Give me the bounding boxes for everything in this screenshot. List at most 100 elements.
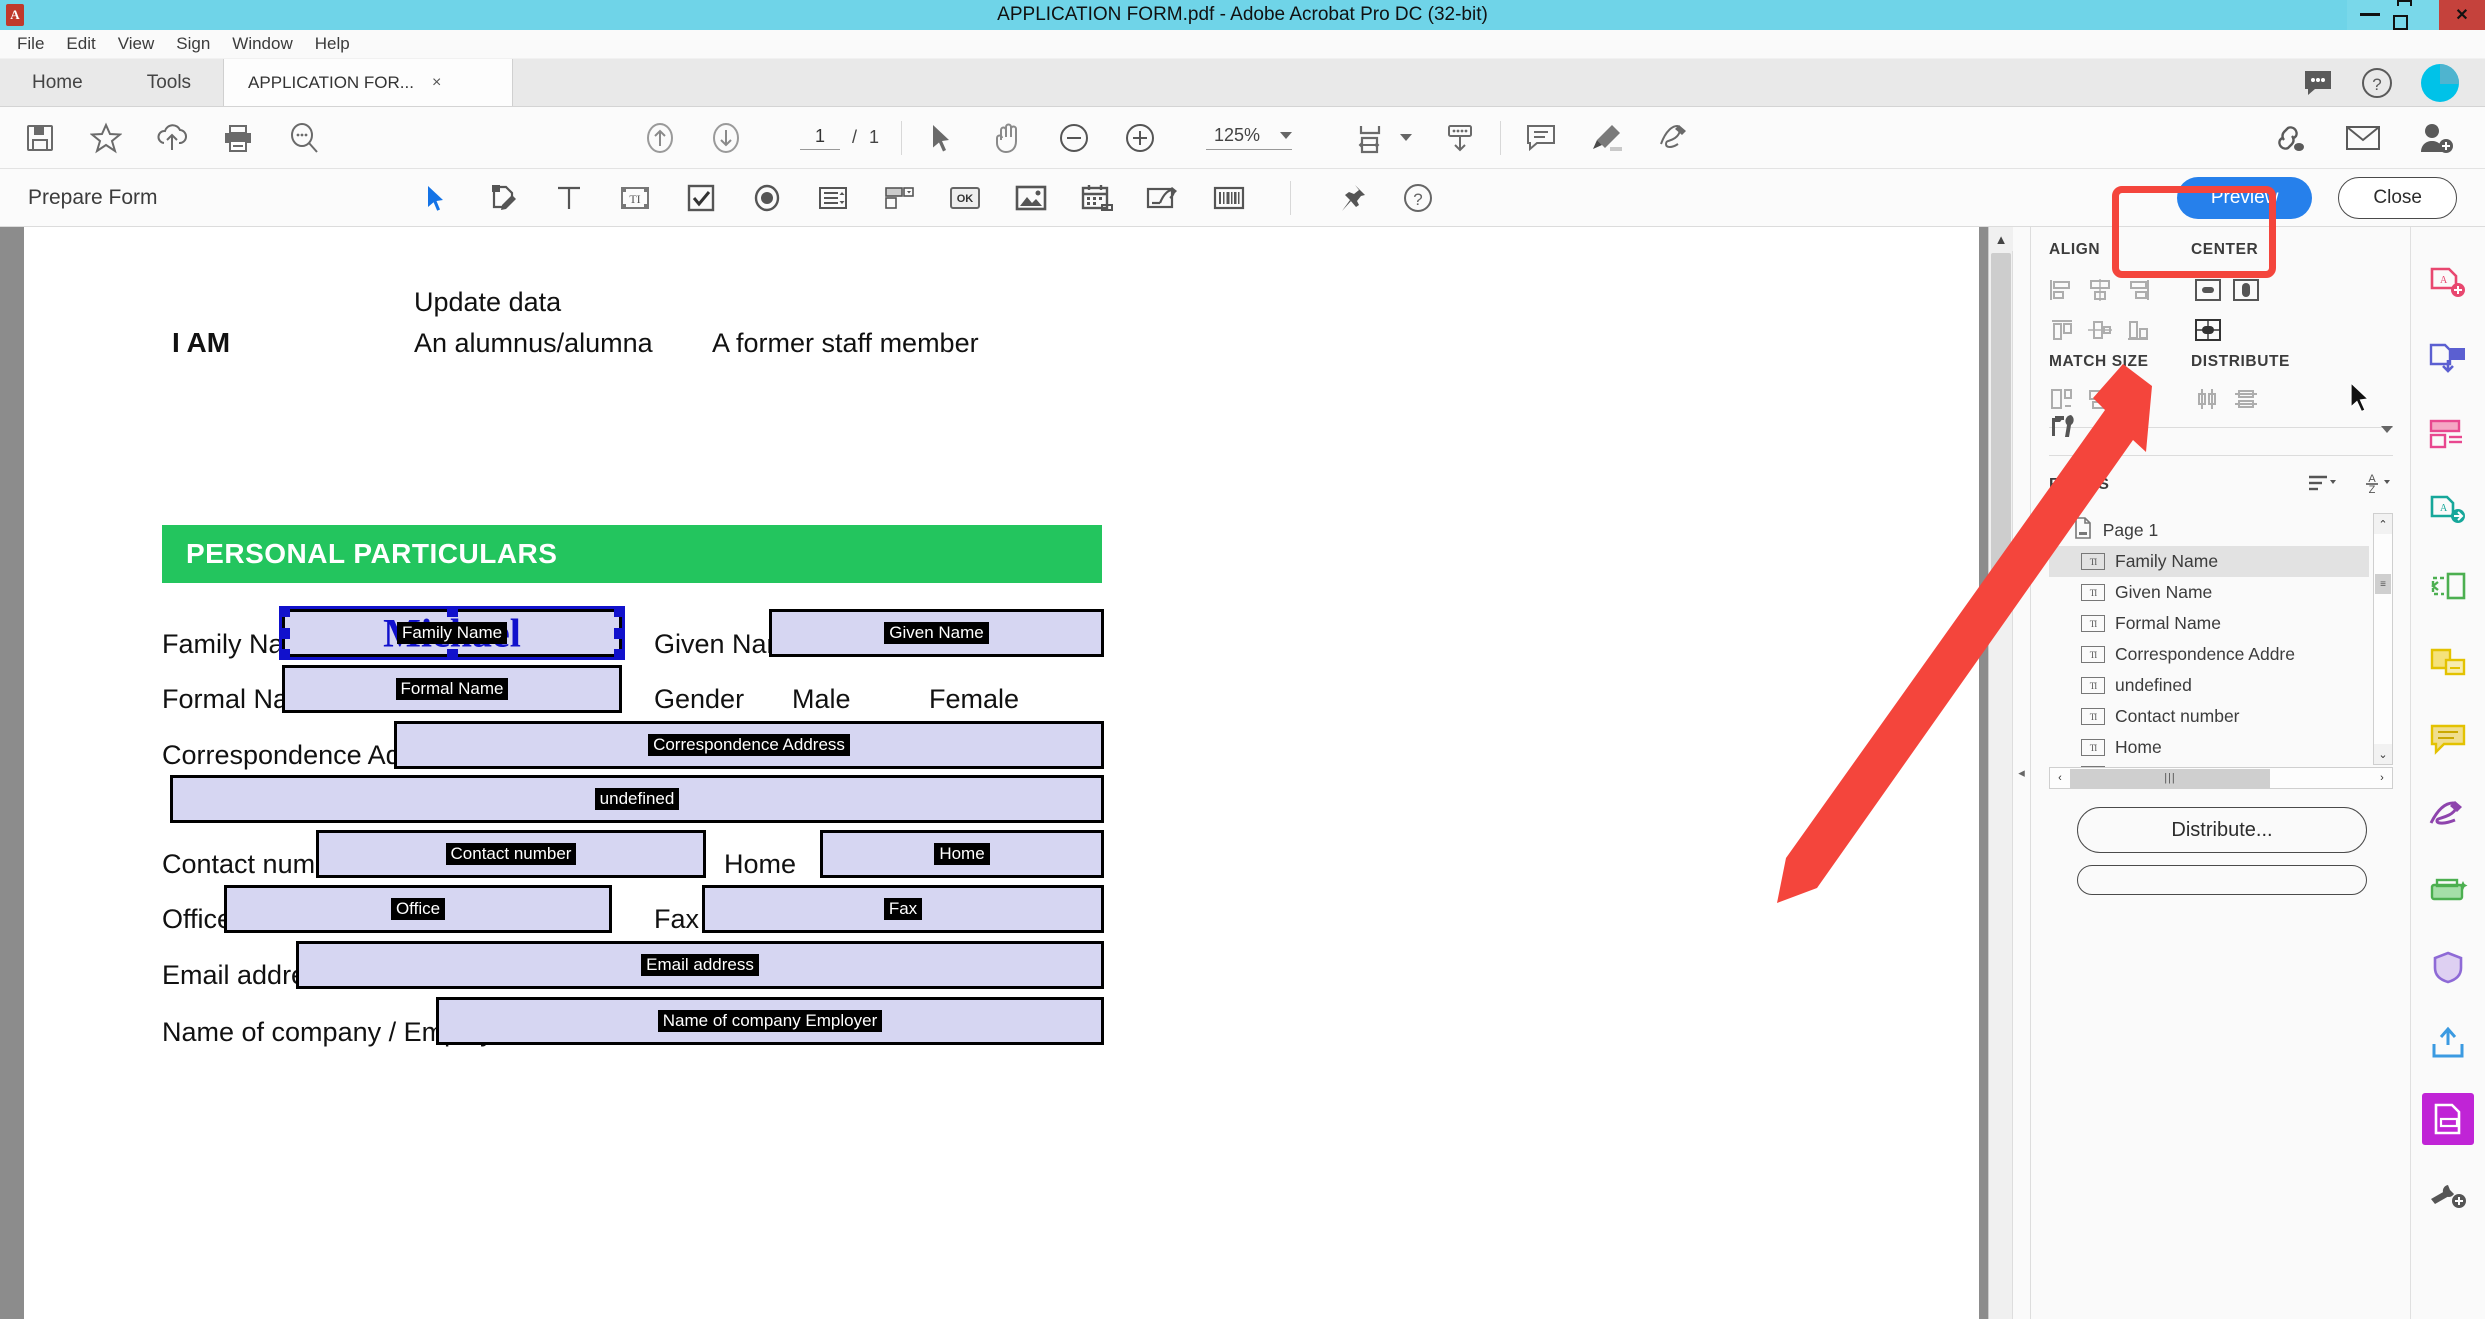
radio-button-icon[interactable] — [748, 179, 786, 217]
help-circle-icon[interactable]: ? — [2361, 67, 2393, 99]
form-field-correspondence-address[interactable]: Correspondence Address — [394, 721, 1104, 769]
comment-icon[interactable] — [2422, 713, 2474, 765]
close-button[interactable]: ✕ — [2439, 0, 2485, 30]
document-viewport[interactable]: Update data I AM An alumnus/alumna A for… — [0, 227, 2030, 1319]
hscroll-left-arrow[interactable]: ‹ — [2050, 768, 2070, 788]
image-field-icon[interactable] — [1012, 179, 1050, 217]
page-number-input[interactable]: 1 — [800, 126, 840, 150]
create-pdf-icon[interactable]: A — [2422, 257, 2474, 309]
fit-page-icon[interactable] — [1352, 120, 1388, 156]
tree-row-formal-name[interactable]: TI Formal Name — [2049, 608, 2369, 639]
checkbox-icon[interactable] — [682, 179, 720, 217]
button-ok-icon[interactable]: OK — [946, 179, 984, 217]
center-vertically-icon[interactable] — [2229, 273, 2263, 307]
distribute-button[interactable]: Distribute... — [2077, 807, 2367, 853]
scroll-thumb[interactable] — [1991, 253, 2011, 583]
scroll-grip[interactable]: ≡ — [1992, 607, 2010, 629]
add-person-icon[interactable] — [2419, 120, 2455, 156]
secondary-action-button[interactable] — [2077, 865, 2367, 895]
align-middle-vertical-icon[interactable] — [2083, 313, 2117, 347]
hscroll-right-arrow[interactable]: › — [2372, 768, 2392, 788]
email-icon[interactable] — [2345, 120, 2381, 156]
organize-pages-icon[interactable] — [2422, 409, 2474, 461]
send-for-signature-icon[interactable] — [2422, 1017, 2474, 1069]
panel-collapse-handle[interactable] — [2393, 227, 2411, 1319]
tab-tools[interactable]: Tools — [114, 59, 224, 106]
combine-files-icon[interactable] — [2422, 333, 2474, 385]
fill-sign-icon[interactable] — [1655, 120, 1691, 156]
maximize-button[interactable] — [2393, 0, 2439, 30]
preview-button[interactable]: Preview — [2176, 176, 2313, 219]
protect-shield-icon[interactable] — [2422, 941, 2474, 993]
align-right-icon[interactable] — [2121, 273, 2155, 307]
scroll-down-arrow[interactable]: ⌄ — [2374, 744, 2392, 764]
menu-item-window[interactable]: Window — [221, 34, 303, 54]
tree-row-correspondence-address[interactable]: TI Correspondence Addre — [2049, 639, 2369, 670]
user-avatar[interactable] — [2421, 63, 2459, 102]
comment-bubble-icon[interactable] — [2303, 69, 2333, 97]
form-field-office[interactable]: Office — [224, 885, 612, 933]
list-box-icon[interactable] — [814, 179, 852, 217]
dropdown-icon[interactable] — [880, 179, 918, 217]
export-pdf-icon[interactable]: A — [2422, 485, 2474, 537]
menu-item-sign[interactable]: Sign — [165, 34, 221, 54]
next-page-icon[interactable] — [708, 120, 744, 156]
prepare-form-icon[interactable] — [2422, 1093, 2474, 1145]
form-field-company[interactable]: Name of company Employer — [436, 997, 1104, 1045]
zoom-level-selector[interactable]: 125% — [1206, 125, 1293, 150]
tab-close-icon[interactable]: × — [432, 74, 441, 92]
sort-alphabetical-icon[interactable]: AZ — [2363, 471, 2393, 500]
chevron-down-icon-fit[interactable] — [1400, 134, 1413, 141]
fields-tree[interactable]: ⌄ Page 1 TI Family Name TI Given Name TI… — [2049, 515, 2369, 785]
tree-row-undefined[interactable]: TI undefined — [2049, 670, 2369, 701]
tree-row-page[interactable]: ⌄ Page 1 — [2049, 515, 2369, 546]
scroll-up-arrow[interactable]: ▲ — [1989, 227, 2013, 251]
close-form-button[interactable]: Close — [2338, 176, 2457, 219]
search-icon[interactable] — [286, 120, 322, 156]
pin-icon[interactable] — [1333, 179, 1371, 217]
align-center-horizontal-icon[interactable] — [2083, 273, 2117, 307]
menu-item-edit[interactable]: Edit — [55, 34, 106, 54]
form-field-formal-name[interactable]: Formal Name — [282, 665, 622, 713]
help-circle-icon-prepare[interactable]: ? — [1399, 179, 1437, 217]
comment-sticky-icon[interactable] — [2422, 637, 2474, 689]
previous-page-icon[interactable] — [642, 120, 678, 156]
menu-item-help[interactable]: Help — [304, 34, 361, 54]
scroll-thumb[interactable]: ≡ — [2375, 574, 2391, 594]
right-panel-toggle[interactable]: ◂ — [2012, 227, 2030, 1319]
date-field-icon[interactable] — [1078, 179, 1116, 217]
zoom-out-icon[interactable] — [1056, 120, 1092, 156]
center-horizontally-icon[interactable] — [2191, 273, 2225, 307]
center-both-icon[interactable] — [2191, 313, 2225, 347]
scroll-mode-icon[interactable] — [1442, 120, 1478, 156]
form-field-contact-number[interactable]: Contact number — [316, 830, 706, 878]
fields-horizontal-scrollbar[interactable]: ‹ ||| › — [2049, 767, 2393, 789]
minimize-button[interactable] — [2347, 0, 2393, 30]
barcode-icon[interactable] — [1210, 179, 1248, 217]
signature-field-icon[interactable] — [1144, 179, 1182, 217]
hand-icon[interactable] — [990, 120, 1026, 156]
cloud-upload-icon[interactable] — [154, 120, 190, 156]
add-field-icon[interactable] — [484, 179, 522, 217]
tree-row-home[interactable]: TI Home — [2049, 732, 2369, 763]
scan-ocr-icon[interactable] — [2422, 865, 2474, 917]
align-bottom-icon[interactable] — [2121, 313, 2155, 347]
form-field-undefined[interactable]: undefined — [170, 775, 1104, 823]
more-tools-row[interactable]: More — [2049, 407, 2393, 451]
form-field-home[interactable]: Home — [820, 830, 1104, 878]
tree-row-given-name[interactable]: TI Given Name — [2049, 577, 2369, 608]
menu-item-view[interactable]: View — [107, 34, 166, 54]
form-field-fax[interactable]: Fax — [702, 885, 1104, 933]
text-icon[interactable] — [550, 179, 588, 217]
save-icon[interactable] — [22, 120, 58, 156]
align-top-icon[interactable] — [2045, 313, 2079, 347]
highlight-icon[interactable] — [1589, 120, 1625, 156]
tab-document[interactable]: APPLICATION FOR... × — [223, 59, 514, 106]
star-icon[interactable] — [88, 120, 124, 156]
zoom-in-icon[interactable] — [1122, 120, 1158, 156]
comment-icon[interactable] — [1523, 120, 1559, 156]
menu-item-file[interactable]: File — [6, 34, 55, 54]
tab-home[interactable]: Home — [0, 59, 115, 106]
fill-sign-icon[interactable] — [2422, 789, 2474, 841]
select-arrow-icon[interactable] — [924, 120, 960, 156]
